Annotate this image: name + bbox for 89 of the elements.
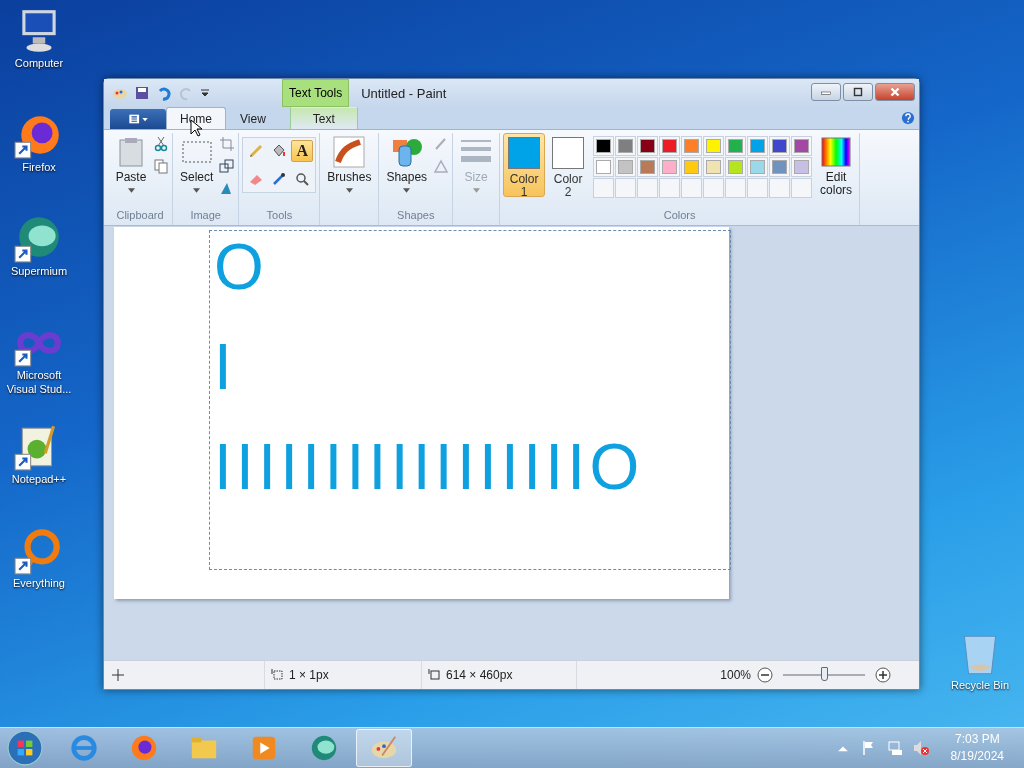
color-selector-button[interactable]: Color 1 <box>503 133 546 197</box>
ribbon-tab[interactable]: View <box>226 107 280 129</box>
icon-label: Recycle Bin <box>949 678 1011 692</box>
group-label: Colors <box>662 209 697 223</box>
dropdown-icon[interactable] <box>200 88 210 98</box>
select-button[interactable]: Select <box>176 133 218 196</box>
canvas-text: I <box>214 331 237 403</box>
palette-color[interactable] <box>637 136 659 156</box>
icon-label: Notepad++ <box>10 472 68 486</box>
move-cursor-icon <box>112 669 124 681</box>
palette-color[interactable] <box>791 157 813 177</box>
zoom-out-icon[interactable] <box>757 667 773 683</box>
selection-size: 1 × 1px <box>289 668 329 682</box>
paint-bucket-icon <box>271 143 288 159</box>
undo-icon[interactable] <box>156 85 172 101</box>
maximize-icon <box>851 87 865 97</box>
palette-color[interactable] <box>659 157 681 177</box>
palette-color[interactable] <box>681 157 703 177</box>
group-label: Tools <box>265 209 294 223</box>
palette-color[interactable] <box>725 136 747 156</box>
window-title: Untitled - Paint <box>361 85 447 101</box>
crop-icon[interactable] <box>219 136 236 152</box>
palette-color[interactable] <box>747 157 769 177</box>
scissors-icon[interactable] <box>153 136 169 152</box>
file-menu-button[interactable] <box>110 109 166 129</box>
shapes-icon <box>390 136 423 168</box>
paste-button[interactable]: Paste <box>111 133 151 196</box>
color-spectrum-icon <box>820 136 853 168</box>
globe-icon <box>309 733 339 763</box>
paint-taskbar-button[interactable] <box>356 729 412 767</box>
palette-color[interactable] <box>681 136 703 156</box>
help-icon[interactable] <box>901 111 915 125</box>
palette-color[interactable] <box>615 157 637 177</box>
brushes-button[interactable]: Brushes <box>323 133 376 196</box>
group-label: Shapes <box>396 209 436 223</box>
palette-color[interactable] <box>703 136 725 156</box>
caret-icon <box>127 188 135 193</box>
icon-label: Supermium <box>9 264 69 278</box>
palette-color[interactable] <box>637 157 659 177</box>
network-icon[interactable] <box>886 740 903 756</box>
slider-thumb[interactable] <box>821 667 828 681</box>
caret-icon <box>193 188 201 193</box>
icon-label: Firefox <box>21 160 57 174</box>
resize-icon[interactable] <box>219 158 236 174</box>
caret-icon <box>472 188 480 193</box>
e-logo-icon <box>69 733 99 763</box>
color-picker-icon <box>271 171 288 187</box>
palette-color[interactable] <box>747 136 769 156</box>
palette-color[interactable] <box>703 157 725 177</box>
icon-label: Microsoft Visual Stud... <box>5 368 73 396</box>
contextual-tab-header: Text Tools <box>282 79 350 107</box>
text-tool-button[interactable]: A <box>291 140 314 162</box>
maximize-button[interactable] <box>843 83 873 101</box>
color-selector-button[interactable]: Color 2 <box>547 133 590 197</box>
palette-color[interactable] <box>593 157 615 177</box>
palette-color[interactable] <box>725 157 747 177</box>
palette-color[interactable] <box>615 136 637 156</box>
palette-color[interactable] <box>659 136 681 156</box>
caret-icon <box>403 188 411 193</box>
edit-colors-button[interactable]: Edit colors <box>816 133 857 200</box>
close-icon <box>888 87 902 97</box>
zoom-level: 100% <box>720 668 751 682</box>
ribbon-tab[interactable]: Text <box>289 107 358 129</box>
speaker-muted-icon[interactable] <box>912 740 929 756</box>
brush-icon <box>333 136 366 168</box>
selection-size-icon <box>271 669 283 681</box>
ribbon-tab[interactable]: Home <box>166 107 226 129</box>
group-label: Image <box>189 209 222 223</box>
image-size: 614 × 460px <box>446 668 513 682</box>
icon-label: Computer <box>13 56 65 70</box>
close-button[interactable] <box>875 83 915 101</box>
pencil-icon <box>248 143 265 159</box>
palette-color[interactable] <box>769 136 791 156</box>
icon-label: Everything <box>12 576 66 590</box>
caret-icon <box>345 188 353 193</box>
group-label: Clipboard <box>115 209 165 223</box>
canvas-text: O <box>214 231 269 303</box>
image-size-icon <box>428 669 440 681</box>
palette-color[interactable] <box>791 136 813 156</box>
shapes-button[interactable]: Shapes <box>382 133 432 196</box>
fox-icon <box>129 733 159 763</box>
magnifier-icon <box>294 171 311 187</box>
start-button[interactable] <box>6 729 44 767</box>
palette-color[interactable] <box>769 157 791 177</box>
zoom-in-icon[interactable] <box>875 667 891 683</box>
save-icon[interactable] <box>134 85 150 101</box>
copy-icon[interactable] <box>153 158 169 174</box>
canvas-text: IIIIIIIIIIIIIIIIIO <box>214 431 644 503</box>
palette-color[interactable] <box>593 136 615 156</box>
